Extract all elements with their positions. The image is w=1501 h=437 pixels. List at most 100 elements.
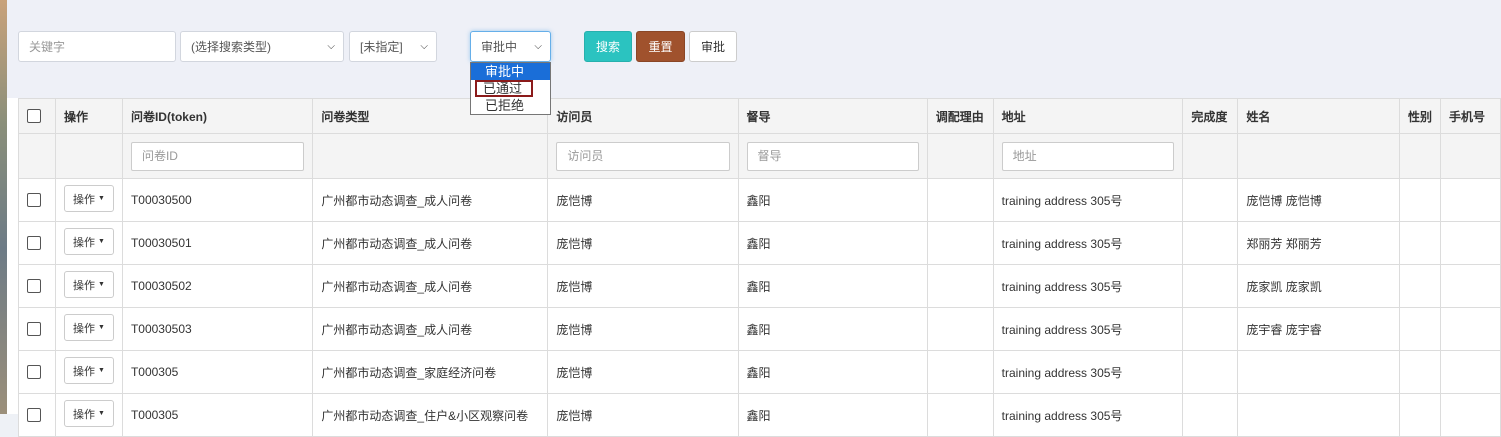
- header-operation: 操作: [54, 98, 123, 134]
- row-checkbox[interactable]: [27, 236, 41, 251]
- table-row[interactable]: 操作 ▼ T00030502 广州都市动态调查_成人问卷 庞恺博 鑫阳 training a…: [18, 264, 1501, 308]
- cell-supervisor: 鑫阳: [737, 350, 928, 394]
- reset-button[interactable]: 重置: [636, 31, 685, 62]
- cell-name: 庞家凯 庞家凯: [1237, 264, 1400, 308]
- row-checkbox[interactable]: [27, 408, 41, 423]
- cell-token: T000305: [121, 393, 314, 437]
- row-operation-label: 操作: [72, 193, 95, 206]
- header-address[interactable]: 地址: [992, 98, 1184, 134]
- header-gender[interactable]: 性别: [1398, 98, 1441, 134]
- cell-token: T00030503: [121, 307, 314, 351]
- table-row[interactable]: 操作 ▼ T00030501 广州都市动态调查_成人问卷 庞恺博 鑫阳 training a…: [18, 221, 1501, 265]
- search-button[interactable]: 搜索: [584, 31, 632, 62]
- cell-phone: [1439, 221, 1501, 265]
- interviewer-filter-input[interactable]: [556, 141, 730, 171]
- status-dropdown-list: 审批中 已通过 已拒绝: [470, 62, 551, 115]
- row-operation-label: 操作: [72, 279, 95, 292]
- status-option-approved[interactable]: 已通过: [475, 80, 533, 97]
- cell-supervisor: 鑫阳: [737, 178, 928, 222]
- cell-supervisor: 鑫阳: [737, 221, 928, 265]
- cell-gender: [1398, 350, 1441, 394]
- address-filter-input[interactable]: [1001, 141, 1175, 171]
- unspecified-select[interactable]: [未指定] ⌵: [349, 31, 437, 62]
- supervisor-filter-input[interactable]: [746, 141, 919, 171]
- cell-type: 广州都市动态调查_成人问卷: [312, 178, 549, 222]
- header-name[interactable]: 姓名: [1237, 98, 1400, 134]
- row-operation-button[interactable]: 操作 ▼: [63, 185, 114, 212]
- cell-reason: [926, 264, 994, 308]
- table-row[interactable]: 操作 ▼ T000305 广州都市动态调查_住户&小区观察问卷 庞恺博 鑫阳 trainin…: [18, 393, 1501, 437]
- cell-phone: [1439, 307, 1501, 351]
- cell-completion: [1182, 221, 1239, 265]
- token-filter-input[interactable]: [130, 141, 305, 171]
- status-option-pending[interactable]: 审批中: [471, 63, 550, 80]
- status-option-rejected[interactable]: 已拒绝: [471, 97, 550, 114]
- table-row[interactable]: 操作 ▼ T00030503 广州都市动态调查_成人问卷 庞恺博 鑫阳 training a…: [18, 307, 1501, 351]
- search-type-select[interactable]: (选择搜索类型) ⌵: [180, 31, 344, 62]
- row-operation-label: 操作: [72, 236, 95, 249]
- cell-name: 庞宇睿 庞宇睿: [1237, 307, 1400, 351]
- cell-interviewer: 庞恺博: [547, 178, 739, 222]
- cell-phone: [1439, 178, 1501, 222]
- header-supervisor[interactable]: 督导: [737, 98, 928, 134]
- cell-interviewer: 庞恺博: [547, 307, 739, 351]
- table-row[interactable]: 操作 ▼ T000305 广州都市动态调查_家庭经济问卷 庞恺博 鑫阳 training a…: [18, 350, 1501, 394]
- chevron-down-icon: ⌵: [534, 41, 542, 52]
- cell-address: training address 305号: [992, 264, 1184, 308]
- select-all-checkbox[interactable]: [27, 109, 41, 124]
- cell-phone: [1439, 393, 1501, 437]
- cell-completion: [1182, 307, 1239, 351]
- cell-name: 郑丽芳 郑丽芳: [1237, 221, 1400, 265]
- search-type-value: (选择搜索类型): [191, 40, 271, 54]
- cell-completion: [1182, 350, 1239, 394]
- row-checkbox[interactable]: [27, 365, 41, 380]
- row-operation-button[interactable]: 操作 ▼: [63, 271, 114, 298]
- row-checkbox[interactable]: [27, 193, 41, 208]
- table-row[interactable]: 操作 ▼ T00030500 广州都市动态调查_成人问卷 庞恺博 鑫阳 training a…: [18, 178, 1501, 222]
- header-token[interactable]: 问卷ID(token): [121, 98, 314, 134]
- keyword-input[interactable]: 关键字: [18, 31, 176, 62]
- cell-token: T00030501: [121, 221, 314, 265]
- approve-button[interactable]: 审批: [689, 31, 737, 62]
- cell-interviewer: 庞恺博: [547, 393, 739, 437]
- caret-down-icon: ▼: [97, 195, 105, 202]
- header-interviewer[interactable]: 访问员: [547, 98, 739, 134]
- background-strip: [0, 0, 7, 414]
- caret-down-icon: ▼: [97, 367, 105, 374]
- header-completion[interactable]: 完成度: [1182, 98, 1239, 134]
- cell-type: 广州都市动态调查_成人问卷: [312, 221, 549, 265]
- row-operation-button[interactable]: 操作 ▼: [63, 314, 114, 341]
- cell-completion: [1182, 264, 1239, 308]
- table-header-row: 操作 问卷ID(token) 问卷类型 访问员 督导 调配理由 地址 完成度 姓…: [18, 98, 1501, 134]
- caret-down-icon: ▼: [97, 281, 105, 288]
- cell-name: 庞恺博 庞恺博: [1237, 178, 1400, 222]
- cell-address: training address 305号: [992, 307, 1184, 351]
- filter-row: [18, 133, 1501, 179]
- cell-reason: [926, 178, 994, 222]
- cell-gender: [1398, 307, 1441, 351]
- cell-address: training address 305号: [992, 178, 1184, 222]
- row-checkbox[interactable]: [27, 322, 41, 337]
- cell-token: T00030502: [121, 264, 314, 308]
- header-reason[interactable]: 调配理由: [926, 98, 994, 134]
- cell-reason: [926, 393, 994, 437]
- cell-type: 广州都市动态调查_家庭经济问卷: [312, 350, 549, 394]
- header-phone[interactable]: 手机号: [1439, 98, 1501, 134]
- unspecified-value: [未指定]: [360, 40, 403, 54]
- row-operation-button[interactable]: 操作 ▼: [63, 357, 114, 384]
- chevron-down-icon: ⌵: [327, 41, 335, 52]
- cell-type: 广州都市动态调查_住户&小区观察问卷: [312, 393, 549, 437]
- status-select[interactable]: 审批中 ⌵: [470, 31, 551, 62]
- cell-token: T00030500: [121, 178, 314, 222]
- select-all-cell: [18, 98, 56, 134]
- row-operation-button[interactable]: 操作 ▼: [63, 228, 114, 255]
- cell-supervisor: 鑫阳: [737, 393, 928, 437]
- caret-down-icon: ▼: [97, 238, 105, 245]
- cell-reason: [926, 350, 994, 394]
- cell-gender: [1398, 264, 1441, 308]
- cell-type: 广州都市动态调查_成人问卷: [312, 307, 549, 351]
- cell-name: [1237, 393, 1400, 437]
- questionnaire-table: 操作 问卷ID(token) 问卷类型 访问员 督导 调配理由 地址 完成度 姓…: [18, 98, 1501, 437]
- caret-down-icon: ▼: [97, 324, 105, 331]
- row-checkbox[interactable]: [27, 279, 41, 294]
